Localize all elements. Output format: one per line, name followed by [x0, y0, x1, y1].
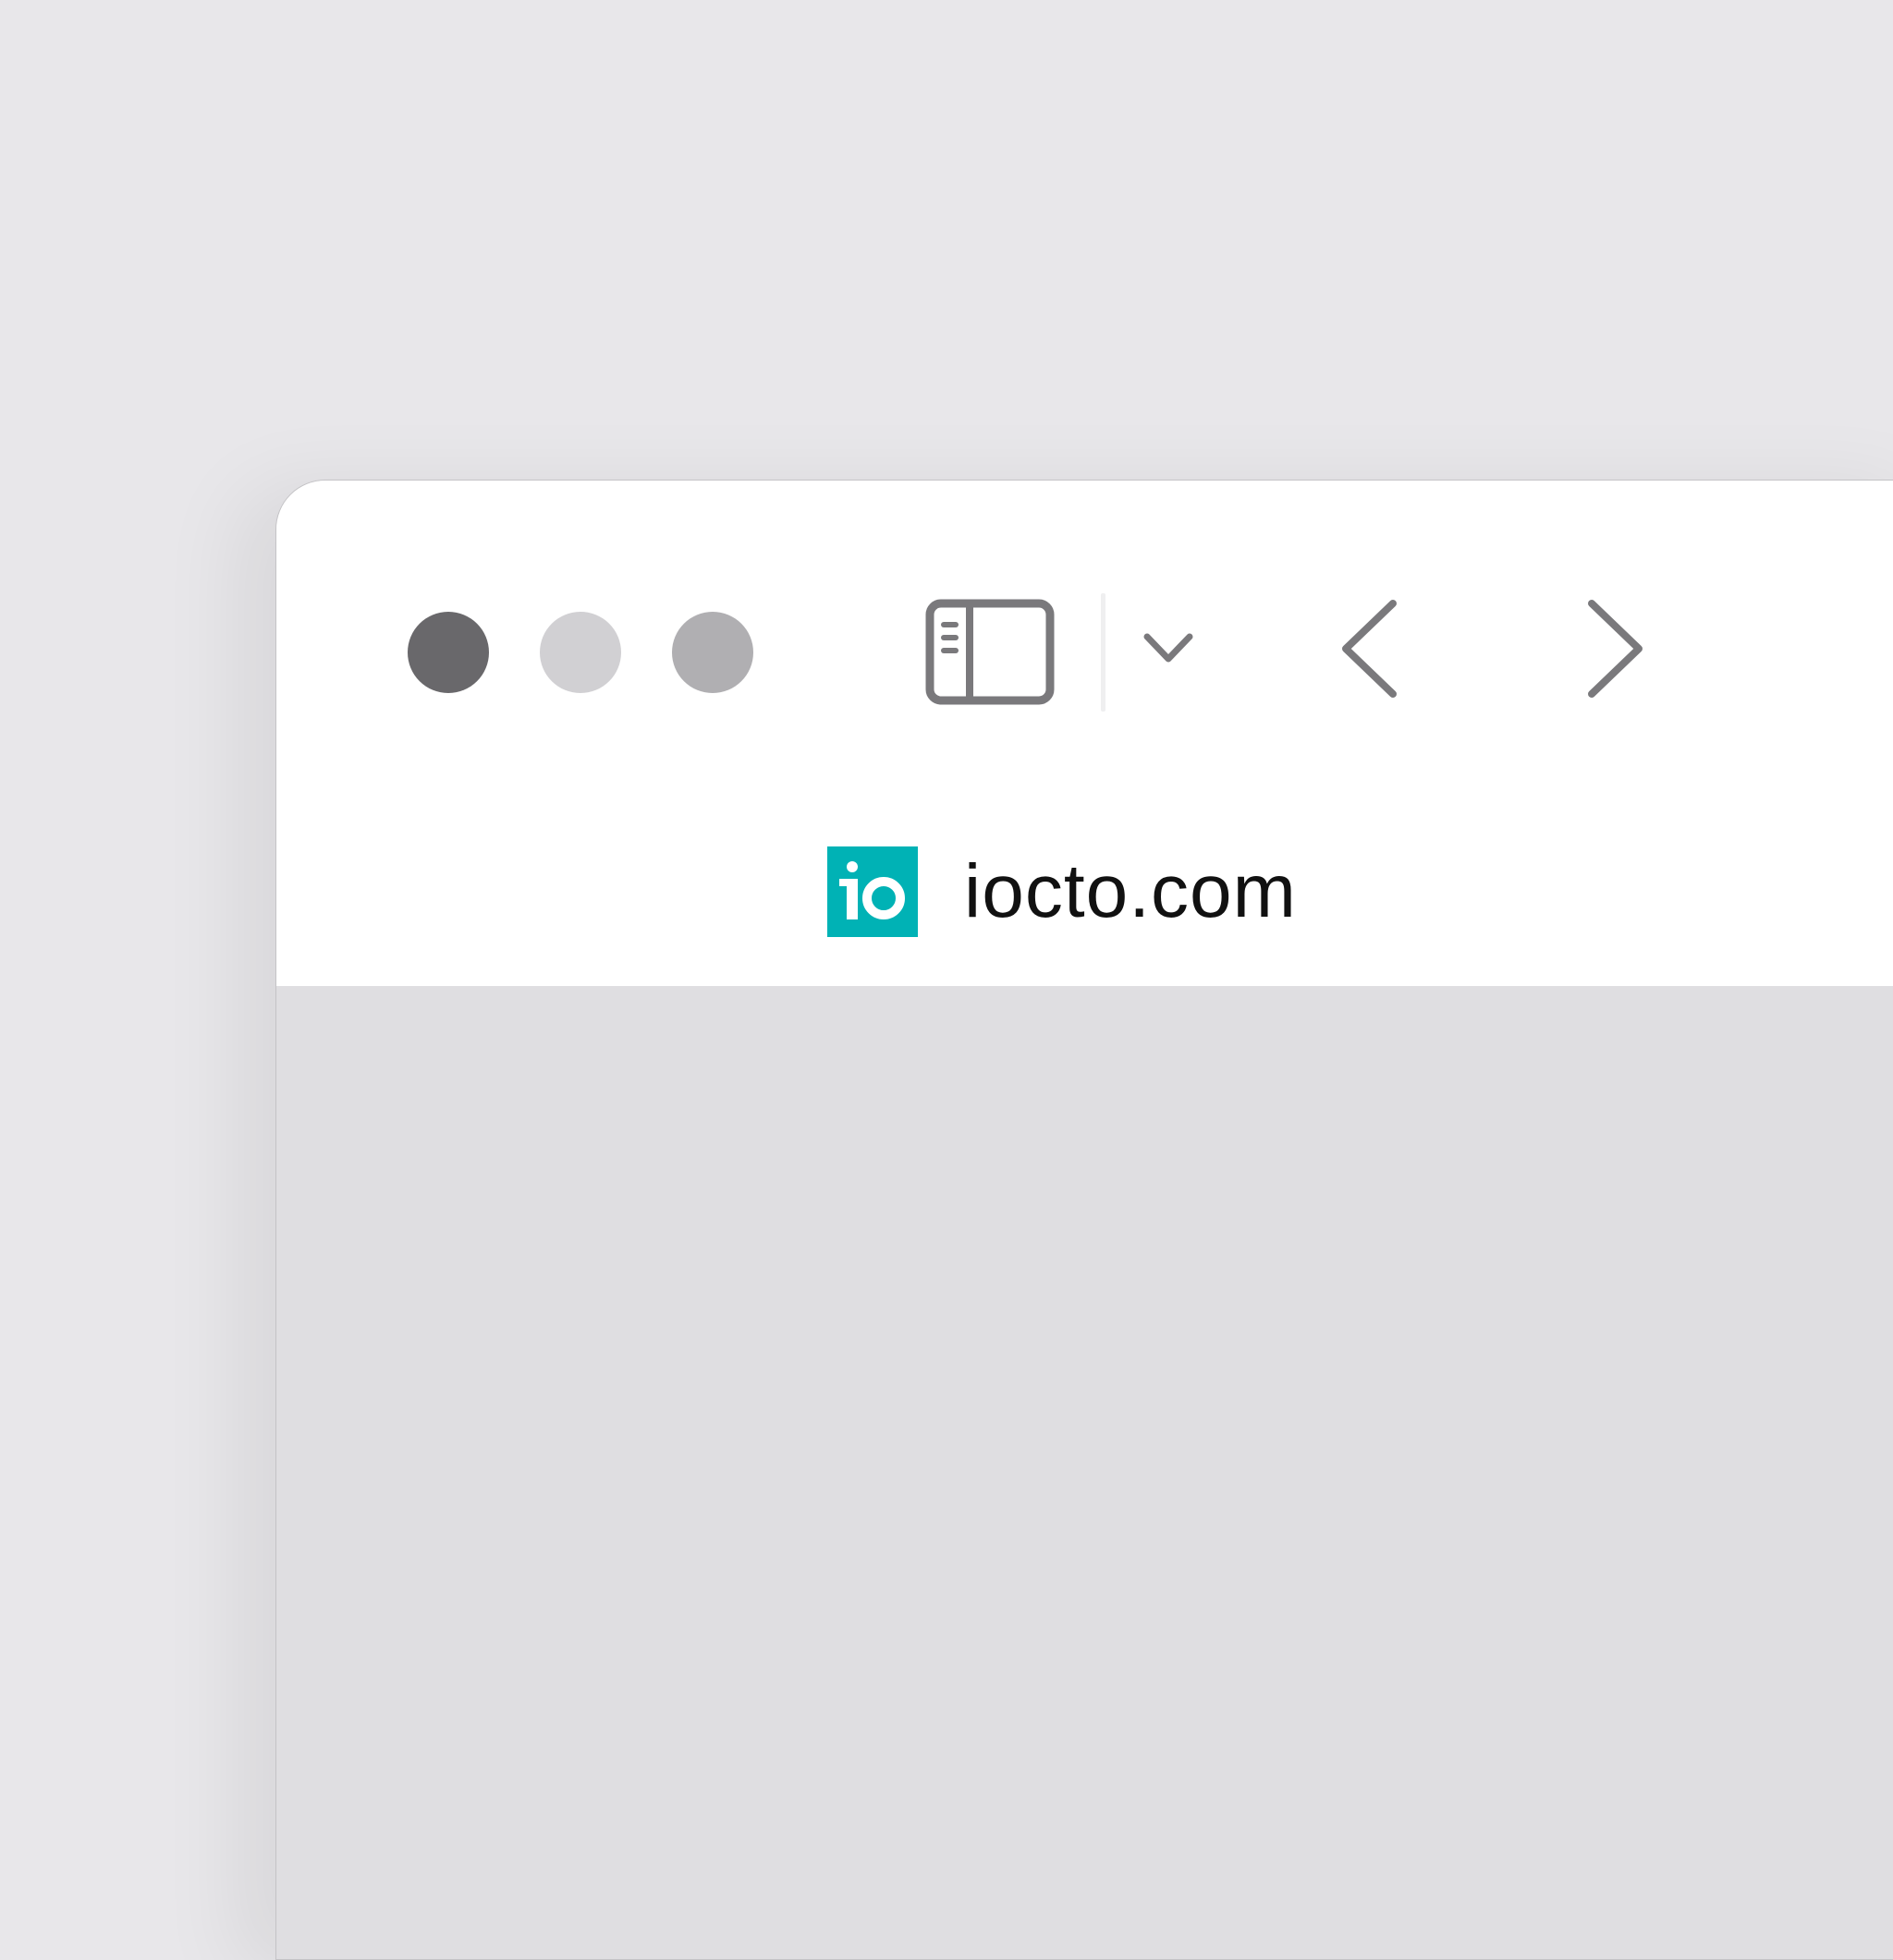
toolbar: iocto.com: [276, 481, 1893, 986]
browser-window: iocto.com: [275, 480, 1893, 1960]
sidebar-icon[interactable]: [925, 599, 1055, 705]
close-button[interactable]: [408, 612, 489, 693]
forward-button[interactable]: [1585, 598, 1644, 700]
back-button[interactable]: [1340, 598, 1399, 700]
chevron-down-icon[interactable]: [1142, 631, 1194, 664]
toolbar-separator: [1101, 593, 1105, 712]
favicon-icon: [827, 846, 918, 937]
zoom-button[interactable]: [672, 612, 753, 693]
url-text[interactable]: iocto.com: [964, 846, 1297, 937]
minimize-button[interactable]: [540, 612, 621, 693]
address-bar[interactable]: iocto.com: [827, 846, 1297, 937]
